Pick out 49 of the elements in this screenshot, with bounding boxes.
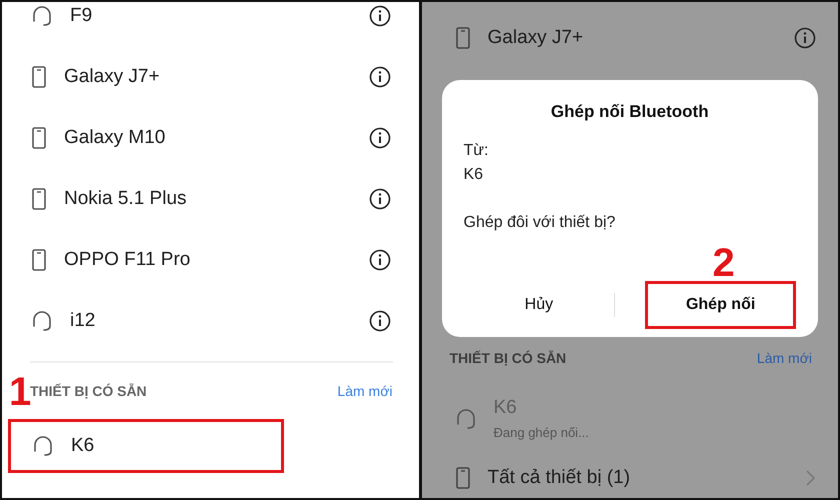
device-row[interactable]: i12 — [2, 290, 418, 351]
device-row[interactable]: Galaxy M10 — [2, 107, 418, 168]
dialog-title: Ghép nối Bluetooth — [550, 102, 710, 122]
info-icon[interactable] — [368, 310, 390, 332]
phone-icon — [32, 248, 46, 270]
device-name: Galaxy J7+ — [64, 66, 161, 88]
dialog-button[interactable]: Ghép nối — [645, 281, 796, 330]
chevron-icon — [806, 470, 816, 486]
device-status: Đang ghép nối... — [494, 425, 590, 440]
phone-icon — [32, 66, 46, 88]
headset-icon — [33, 435, 53, 457]
info-icon[interactable] — [368, 66, 390, 88]
device-name: Galaxy M10 — [64, 126, 166, 148]
device-name: K6 — [464, 166, 484, 184]
device-row[interactable]: OPPO F11 Pro — [2, 229, 418, 290]
phone-icon — [456, 467, 470, 490]
section-title: THIẾT BỊ CÓ SẴN — [450, 350, 566, 366]
device-name: F9 — [70, 4, 94, 26]
info-icon[interactable] — [368, 126, 390, 148]
phone-icon — [32, 126, 46, 148]
headset-icon — [32, 4, 52, 26]
phone-icon — [456, 26, 470, 48]
device-name: K6 — [494, 397, 518, 420]
headset-icon — [456, 408, 476, 430]
all-devices-label: Tất cả thiết bị (1) — [488, 467, 632, 490]
device-row[interactable]: F9 — [2, 2, 418, 46]
section-title: THIẾT BỊ CÓ SẴN — [30, 383, 147, 399]
headset-icon — [32, 310, 52, 332]
from-label: Từ: — [464, 142, 490, 160]
step-number: 2 — [712, 243, 735, 283]
device-row[interactable]: K6 — [8, 419, 284, 473]
all-devices-row[interactable]: Tất cả thiết bị (1) — [422, 458, 838, 498]
info-icon[interactable] — [368, 4, 390, 26]
device-name: i12 — [70, 310, 96, 332]
info-icon[interactable] — [794, 26, 816, 48]
phone-icon — [32, 188, 46, 210]
dialog-button[interactable]: Hủy — [464, 281, 614, 330]
info-icon[interactable] — [368, 188, 390, 210]
device-name: Nokia 5.1 Plus — [64, 188, 188, 210]
device-row[interactable]: Galaxy J7+ — [2, 46, 418, 107]
info-icon[interactable] — [368, 248, 390, 270]
device-name: OPPO F11 Pro — [64, 248, 192, 270]
step-number: 1 — [9, 372, 32, 412]
device-row[interactable]: Galaxy J7+ — [422, 7, 838, 68]
device-row[interactable]: Nokia 5.1 Plus — [2, 168, 418, 229]
dialog-question: Ghép đôi với thiết bị? — [464, 214, 616, 232]
refresh-link[interactable]: Làm mới — [337, 383, 392, 399]
device-name: Galaxy J7+ — [488, 26, 584, 48]
device-name: K6 — [71, 435, 96, 457]
